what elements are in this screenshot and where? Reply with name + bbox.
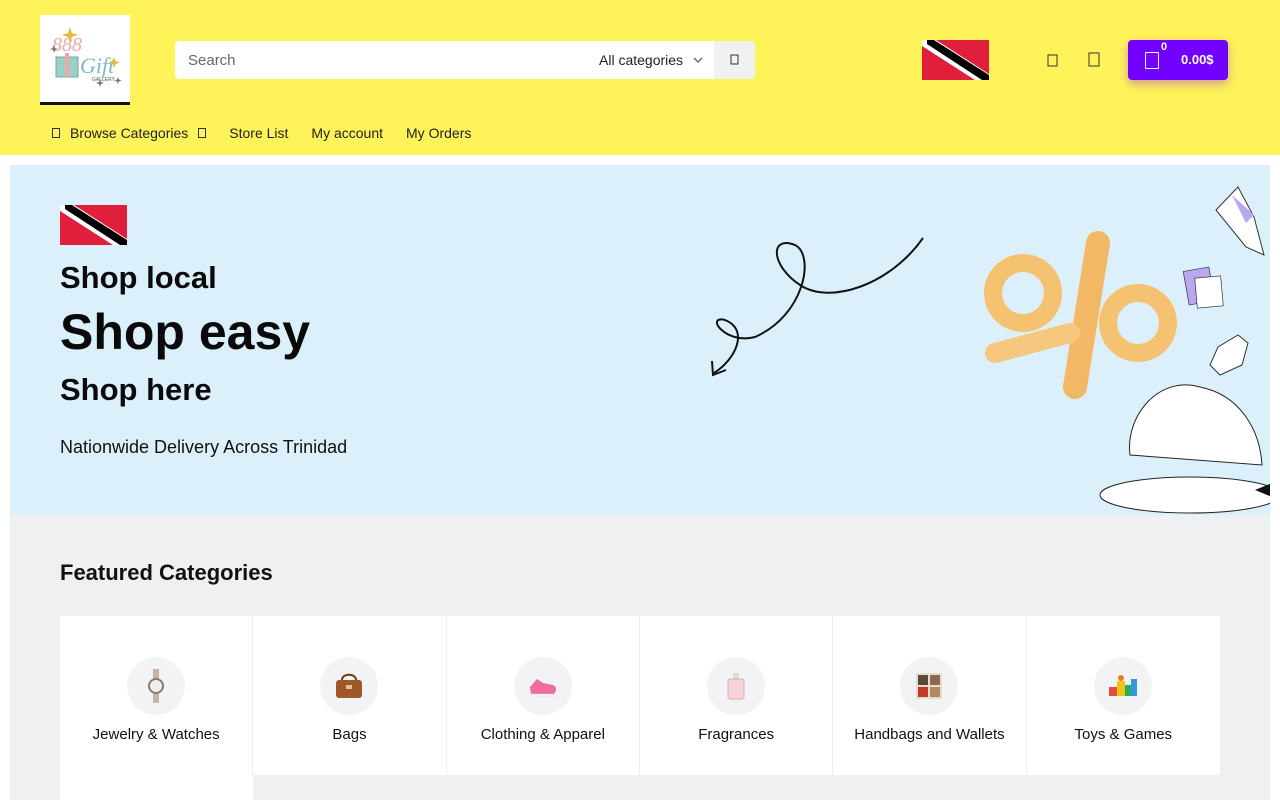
site-header: 888 Gift GALLERY All categories xyxy=(0,0,1280,155)
heart-icon[interactable] xyxy=(1083,49,1105,71)
category-card[interactable]: Fragrances xyxy=(639,616,834,775)
percent-balloon xyxy=(984,231,1177,399)
category-card[interactable]: Jewelry & Watches xyxy=(60,616,254,775)
nav-item-label: Browse Categories xyxy=(70,125,189,141)
bag-icon xyxy=(320,657,379,715)
wallet-icon xyxy=(900,657,959,715)
svg-text:GALLERY: GALLERY xyxy=(92,77,116,83)
category-card[interactable]: Clothing & Apparel xyxy=(446,616,640,775)
hero-delivery-text: Nationwide Delivery Across Trinidad xyxy=(60,437,348,457)
cart-count: 0 xyxy=(1161,41,1168,53)
featured-categories-section: Featured Categories Jewelry & Watches Ba… xyxy=(10,515,1270,800)
chevron-down-icon xyxy=(693,57,703,63)
main-nav: Browse Categories Store List My account … xyxy=(52,125,494,141)
search-icon xyxy=(730,54,738,65)
category-card[interactable]: Toys & Games xyxy=(1026,616,1220,775)
nav-my-account[interactable]: My account xyxy=(311,125,383,141)
category-select[interactable]: All categories xyxy=(589,41,714,79)
cart-total: 0.00$ xyxy=(1181,52,1214,67)
search-input[interactable] xyxy=(175,42,589,78)
category-label: Fragrances xyxy=(698,726,775,743)
hero-banner: Shop local Shop easy Shop here Nationwid… xyxy=(10,165,1270,515)
chevron-down-icon xyxy=(198,128,207,138)
nav-my-orders[interactable]: My Orders xyxy=(406,125,471,141)
category-card[interactable]: Handbags and Wallets xyxy=(833,616,1027,775)
category-card[interactable]: Bags xyxy=(253,616,447,775)
nav-item-label: My account xyxy=(311,125,384,141)
watch-icon xyxy=(127,657,186,715)
hero-heading-local: Shop local xyxy=(60,260,217,295)
site-logo[interactable]: 888 Gift GALLERY xyxy=(40,15,130,105)
trinidad-flag-icon[interactable] xyxy=(922,40,989,80)
user-icon[interactable] xyxy=(1042,50,1064,72)
section-title: Featured Categories xyxy=(60,560,273,585)
search-bar: All categories xyxy=(175,41,755,79)
category-select-label: All categories xyxy=(599,52,684,68)
svg-text:Gift: Gift xyxy=(80,53,115,78)
hero-heading-here: Shop here xyxy=(60,372,212,407)
hero-heading-easy: Shop easy xyxy=(60,304,311,360)
sneaker-icon xyxy=(513,657,572,715)
category-label: Jewelry & Watches xyxy=(92,726,220,743)
category-card[interactable] xyxy=(60,775,253,800)
category-label: Toys & Games xyxy=(1074,726,1173,743)
category-label: Handbags and Wallets xyxy=(854,726,1005,743)
category-label: Bags xyxy=(332,726,367,743)
svg-text:888: 888 xyxy=(52,34,82,56)
nav-item-label: Store List xyxy=(229,125,289,141)
menu-icon xyxy=(52,128,60,138)
cart-button[interactable]: 0 0.00$ xyxy=(1128,40,1228,80)
nav-store-list[interactable]: Store List xyxy=(229,125,288,141)
trinidad-flag-icon xyxy=(60,205,127,245)
toys-icon xyxy=(1094,657,1153,715)
category-grid: Jewelry & Watches Bags Clothing & Appare… xyxy=(60,616,1220,775)
cart-icon xyxy=(1145,52,1159,69)
logo-graphic: 888 Gift GALLERY xyxy=(40,15,130,102)
search-button[interactable] xyxy=(714,41,755,79)
nav-item-label: My Orders xyxy=(406,125,472,141)
perfume-icon xyxy=(707,657,766,715)
category-label: Clothing & Apparel xyxy=(480,726,605,743)
nav-browse-categories[interactable]: Browse Categories xyxy=(52,125,207,141)
